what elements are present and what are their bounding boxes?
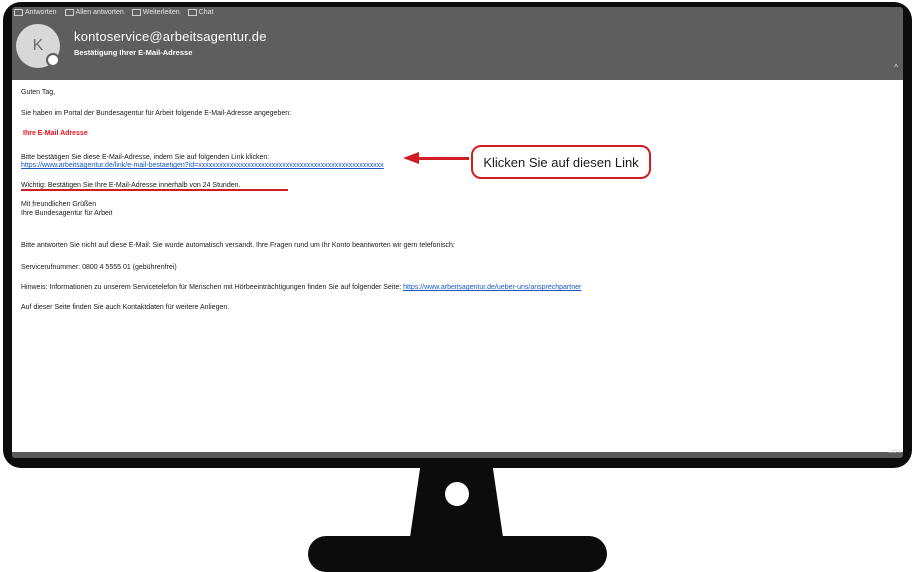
closing-signature: Ihre Bundesagentur für Arbeit: [21, 210, 113, 217]
zoom-level[interactable]: 100%: [888, 449, 901, 455]
status-bar: 100%: [12, 449, 903, 458]
contact-page-link[interactable]: https://www.arbeitsagentur.de/ueber-uns/…: [403, 284, 581, 291]
email-window: Antworten Allen antworten Weiterleiten C…: [12, 7, 903, 458]
reply-all-button[interactable]: Allen antworten: [64, 9, 124, 16]
annotation-arrow: [417, 157, 469, 160]
annotation-callout: Klicken Sie auf diesen Link: [471, 145, 651, 179]
power-button-icon: [445, 482, 469, 506]
hint-text: Hinweis: Informationen zu unserem Servic…: [21, 284, 404, 291]
hint-paragraph: Hinweis: Informationen zu unserem Servic…: [21, 283, 581, 292]
collapse-header-icon[interactable]: ^: [894, 63, 898, 72]
service-number: Servicerufnummer: 0800 4 5555 01 (gebühr…: [21, 264, 177, 271]
email-subject: Bestätigung Ihrer E-Mail-Adresse: [74, 48, 193, 57]
reply-all-icon: [64, 9, 74, 16]
forward-button[interactable]: Weiterleiten: [131, 9, 180, 16]
greeting: Guten Tag,: [21, 89, 56, 96]
confirm-link[interactable]: https://www.arbeitsagentur.de/link/e-mai…: [21, 161, 384, 170]
sender-address[interactable]: kontoservice@arbeitsagentur.de: [74, 29, 267, 44]
reply-icon: [14, 9, 23, 16]
monitor-frame: Antworten Allen antworten Weiterleiten C…: [3, 2, 912, 468]
reply-button[interactable]: Antworten: [14, 9, 57, 16]
email-address-placeholder: Ihre E-Mail Adresse: [23, 130, 88, 137]
no-reply-notice: Bitte antworten Sie nicht auf diese E-Ma…: [21, 242, 455, 249]
important-underline: [21, 189, 288, 191]
monitor-base: [308, 536, 607, 572]
contact-info: Auf dieser Seite finden Sie auch Kontakt…: [21, 304, 230, 311]
arrow-head-icon: [403, 152, 419, 164]
closing-greeting: Mit freundlichen Grüßen: [21, 201, 97, 208]
forward-icon: [131, 9, 141, 16]
intro-text: Sie haben im Portal der Bundesagentur fü…: [21, 110, 292, 117]
presence-status-icon: [46, 53, 60, 67]
chat-button[interactable]: Chat: [187, 9, 213, 16]
email-toolbar: Antworten Allen antworten Weiterleiten C…: [14, 9, 213, 16]
chat-icon: [187, 9, 197, 16]
email-body: Guten Tag, Sie haben im Portal der Bunde…: [12, 80, 903, 452]
